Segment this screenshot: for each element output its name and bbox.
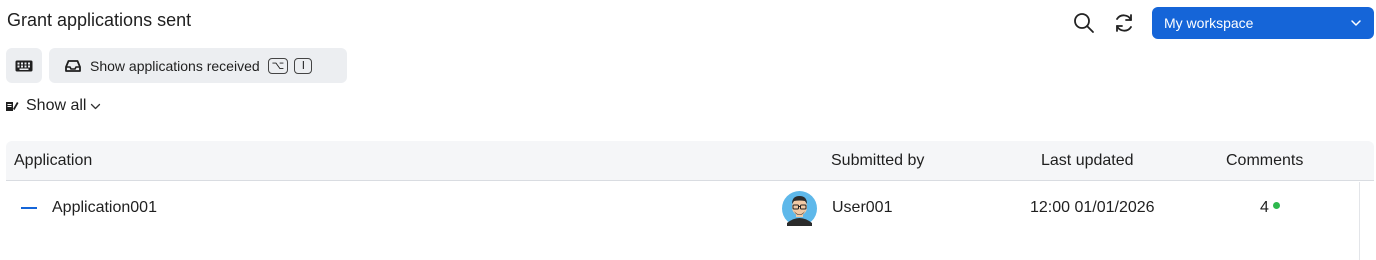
chevron-down-icon (91, 103, 101, 109)
refresh-icon (1116, 14, 1132, 32)
filter-dropdown[interactable]: Show all (5, 97, 101, 115)
last-updated-value: 12:00 01/01/2026 (1030, 199, 1155, 216)
keyboard-icon (15, 60, 33, 71)
comments-count-cell[interactable]: 4 (1260, 199, 1280, 217)
refresh-button[interactable] (1110, 9, 1138, 37)
inbox-icon (65, 59, 81, 72)
row-status-indicator (21, 207, 37, 209)
scrollbar-track[interactable] (1359, 182, 1360, 260)
avatar (782, 191, 817, 226)
search-button[interactable] (1070, 9, 1098, 37)
search-icon (1074, 13, 1094, 33)
table-row[interactable]: Application001 User001 12:00 01/01/2026 … (6, 182, 1360, 234)
keyboard-shortcuts-button[interactable] (6, 48, 42, 83)
filter-edit-icon (6, 102, 19, 111)
column-header-comments[interactable]: Comments (1226, 152, 1303, 170)
comments-count: 4 (1260, 199, 1269, 216)
show-received-label: Show applications received (90, 57, 260, 74)
chevron-down-icon (1351, 20, 1361, 26)
workspace-select[interactable]: My workspace (1152, 7, 1374, 39)
workspace-select-value: My workspace (1164, 15, 1254, 31)
filter-label: Show all (26, 97, 87, 114)
column-header-submitted-by[interactable]: Submitted by (831, 152, 924, 170)
page-title: Grant applications sent (7, 10, 192, 30)
submitted-by-user[interactable]: User001 (832, 199, 892, 217)
new-comment-indicator (1272, 202, 1280, 210)
i-key-hint: I (294, 57, 313, 74)
option-key-hint: ⌥ (267, 57, 289, 74)
column-header-last-updated[interactable]: Last updated (1041, 152, 1134, 170)
table-header: Application Submitted by Last updated Co… (6, 141, 1374, 181)
show-received-button[interactable]: Show applications received ⌥ I (49, 48, 347, 83)
application-name[interactable]: Application001 (52, 199, 157, 217)
column-header-application[interactable]: Application (14, 152, 92, 170)
